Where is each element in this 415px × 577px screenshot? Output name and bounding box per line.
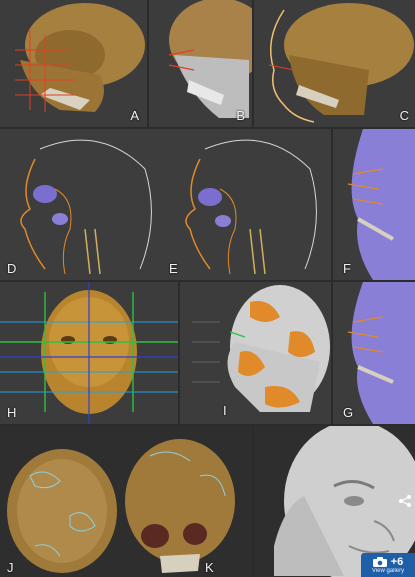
panel-b-label: B bbox=[236, 108, 245, 123]
panel-c-label: C bbox=[399, 108, 409, 123]
panel-i-head-tissue-map: I bbox=[180, 282, 331, 424]
panel-j-label: J bbox=[7, 560, 14, 575]
panel-j-k-skulls: J K bbox=[0, 426, 252, 577]
panel-a-label: A bbox=[130, 108, 139, 123]
panel-f-skull-purple: F bbox=[333, 129, 415, 280]
panel-k-label: K bbox=[205, 560, 214, 575]
panel-b-skull-gray-teeth: B bbox=[149, 0, 252, 127]
panel-h-face-grid: H bbox=[0, 282, 178, 424]
gallery-badge-button[interactable]: +6 View gallery bbox=[361, 553, 415, 577]
camera-icon bbox=[372, 557, 387, 567]
skull-profile-image bbox=[254, 0, 415, 127]
panel-g-skull-purple: G bbox=[333, 282, 415, 424]
panel-d-head-contour: D bbox=[0, 129, 165, 280]
panel-i-label: I bbox=[223, 403, 227, 418]
skull-landmarks-image bbox=[0, 0, 147, 127]
gallery-count: +6 bbox=[390, 556, 404, 568]
panel-a-skull-landmarks: A bbox=[0, 0, 147, 127]
skull-purple-f-image bbox=[333, 129, 415, 280]
gallery-sub-label: View gallery bbox=[371, 568, 405, 574]
head-contour-e-image bbox=[165, 129, 331, 280]
panel-h-label: H bbox=[7, 405, 17, 420]
skulls-top-view-image bbox=[0, 426, 252, 577]
panel-f-label: F bbox=[343, 261, 351, 276]
panel-g-label: G bbox=[343, 405, 354, 420]
panel-c-skull-profile: C bbox=[254, 0, 415, 127]
face-grid-image bbox=[0, 282, 178, 424]
panel-d-label: D bbox=[7, 261, 17, 276]
skull-purple-g-image bbox=[333, 282, 415, 424]
head-tissue-map-image bbox=[180, 282, 331, 424]
panel-e-label: E bbox=[169, 261, 178, 276]
head-contour-d-image bbox=[0, 129, 165, 280]
share-icon[interactable] bbox=[396, 492, 414, 510]
panel-e-head-contour: E bbox=[165, 129, 331, 280]
